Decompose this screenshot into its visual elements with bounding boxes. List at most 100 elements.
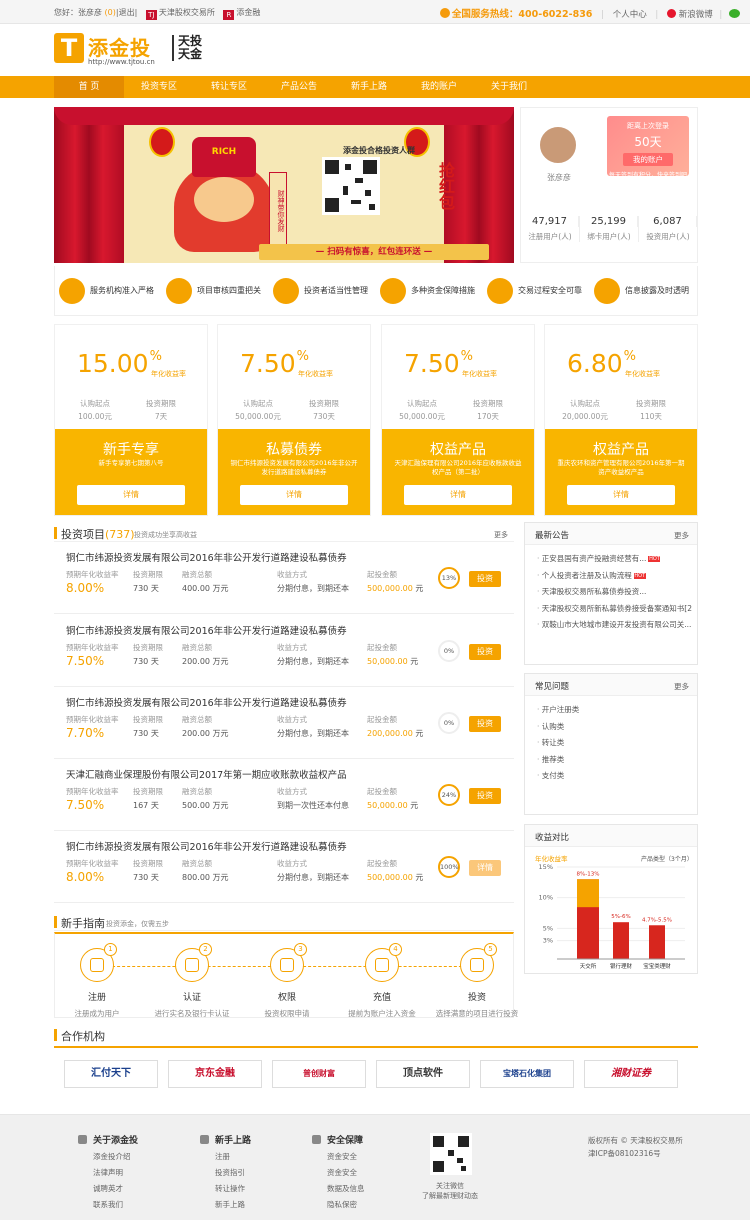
footer-link[interactable]: 添金投介绍 (78, 1151, 138, 1162)
top-right: 全国服务热线：400-6022-836 | 个人中心 | 新浪微博 | (439, 6, 740, 20)
notice-item[interactable]: 正安县国有资产投融资经营有...HOT (537, 551, 692, 568)
nav-invest[interactable]: 投资专区 (124, 76, 194, 98)
exchange-link[interactable]: 天津股权交易所 (159, 8, 215, 17)
step-deposit[interactable]: 4 充值 提前为账户注入资金 (332, 943, 432, 1019)
weibo-link[interactable]: 新浪微博 (679, 10, 713, 20)
notice-item[interactable]: 天津股权交易所新私募债券接受备案通知书[2... (537, 601, 692, 618)
product-card[interactable]: 15.00% 年化收益率 认购起点 投资期限 100.00元 7天 新手专享 新手… (54, 324, 208, 516)
logout-link[interactable]: |退出| (116, 8, 137, 17)
curtain-left (54, 107, 124, 263)
footer-link[interactable]: 投资指引 (200, 1167, 251, 1178)
notice-item[interactable]: 个人投资者注册及认购流程HOT (537, 568, 692, 585)
partner-link[interactable]: 添金融 (236, 8, 260, 17)
message-count[interactable]: (0) (105, 8, 116, 17)
term-value: 730天 (313, 412, 335, 421)
partner-logo[interactable]: 普创财富 (272, 1060, 366, 1088)
detail-button[interactable]: 详情 (240, 485, 348, 505)
guide-subtitle: 投资添金，仅需五步 (106, 920, 169, 928)
curtain-valance (54, 107, 514, 125)
footer-link[interactable]: 诚聘英才 (78, 1183, 138, 1194)
detail-button[interactable]: 详情 (77, 485, 185, 505)
partner-logo[interactable]: 京东金融 (168, 1060, 262, 1088)
y-axis-label: 年化收益率 (535, 854, 568, 863)
faq-item[interactable]: 转让类 (537, 735, 692, 752)
project-term: 730 天 (133, 584, 159, 593)
project-rate: 8.00% (66, 870, 105, 884)
project-name[interactable]: 铜仁市纬源投资发展有限公司2016年非公开发行道路建设私募债券 (66, 839, 347, 853)
invest-button[interactable]: 详情 (469, 860, 501, 876)
partner-logo[interactable]: 顶点软件 (376, 1060, 470, 1088)
invest-row: 铜仁市纬源投资发展有限公司2016年非公开发行道路建设私募债券 预期年化收益率 投资… (54, 544, 514, 614)
feature-item: 信息披露及时透明 (590, 277, 697, 304)
partner-logos: 汇付天下 京东金融 普创财富 顶点软件 宝塔石化集团 湘财证券 (54, 1046, 698, 1094)
footer-col-about: 关于添金投 添金投介绍 法律声明 诚聘英才 联系我们 (78, 1133, 138, 1210)
footer-link[interactable]: 新手上路 (200, 1199, 251, 1210)
invest-button[interactable]: 投资 (469, 788, 501, 804)
red-packet-text: 抢红包 (436, 162, 455, 210)
more-link[interactable]: 更多 (494, 530, 508, 540)
footer-link[interactable]: 注册 (200, 1151, 251, 1162)
faq-item[interactable]: 认购类 (537, 719, 692, 736)
avatar[interactable] (537, 124, 579, 166)
detail-button[interactable]: 详情 (567, 485, 675, 505)
more-link[interactable]: 更多 (674, 681, 689, 692)
my-account-button[interactable]: 我的账户 (623, 153, 673, 166)
partner-logo[interactable]: 湘财证券 (584, 1060, 678, 1088)
faq-item[interactable]: 开户注册类 (537, 702, 692, 719)
invest-button[interactable]: 投资 (469, 571, 501, 587)
wechat-icon[interactable] (729, 9, 740, 18)
product-card[interactable]: 7.50% 年化收益率 认购起点 投资期限 50,000.00元 730天 私募… (217, 324, 371, 516)
step-register[interactable]: 1 注册 注册成为用户 (47, 943, 147, 1019)
nav-beginner[interactable]: 新手上路 (334, 76, 404, 98)
guide-header: 新手指南 投资添金，仅需五步 (54, 913, 514, 931)
rate-label: 年化收益率 (625, 370, 660, 378)
rate-label: 预期年化收益率 (66, 643, 119, 652)
product-card[interactable]: 7.50% 年化收益率 认购起点 投资期限 50,000.00元 170天 权益… (381, 324, 535, 516)
footer-link[interactable]: 隐私保密 (312, 1199, 365, 1210)
footer-link[interactable]: 数据及信息 (312, 1183, 365, 1194)
min-label: 起投金额 (367, 787, 397, 796)
scroll: 财神带你发财 (269, 172, 287, 250)
nav-home[interactable]: 首 页 (54, 76, 124, 98)
partner-logo[interactable]: 汇付天下 (64, 1060, 158, 1088)
invest-button[interactable]: 投资 (469, 644, 501, 660)
footer-link[interactable]: 联系我们 (78, 1199, 138, 1210)
partner-logo[interactable]: 宝塔石化集团 (480, 1060, 574, 1088)
term-label: 投资期限 (133, 859, 163, 868)
site-logo[interactable]: T 添金投 http://www.tjtou.cn 天投天金 (54, 33, 224, 71)
notice-item[interactable]: 天津股权交易所私募债券投资... (537, 584, 692, 601)
more-link[interactable]: 更多 (674, 530, 689, 541)
personal-center-link[interactable]: 个人中心 (613, 10, 647, 20)
project-name[interactable]: 铜仁市纬源投资发展有限公司2016年非公开发行道路建设私募债券 (66, 695, 347, 709)
min-label: 认购起点 (243, 399, 273, 408)
step-verify[interactable]: 2 认证 进行实名及银行卡认证 (142, 943, 242, 1019)
footer-link[interactable]: 法律声明 (78, 1167, 138, 1178)
user-name: 张彦彦 (547, 173, 571, 182)
project-amount: 500.00 万元 (182, 801, 229, 810)
fortune-god-hat: RICH (192, 137, 256, 177)
faq-item[interactable]: 推荐类 (537, 752, 692, 769)
footer-link[interactable]: 资金安全 (312, 1167, 365, 1178)
nav-announcement[interactable]: 产品公告 (264, 76, 334, 98)
promo-banner[interactable]: RICH 财神带你发财 添金投合格投资人群 抢红包 — 扫码有惊喜，红包连环送 … (54, 107, 514, 263)
project-name[interactable]: 铜仁市纬源投资发展有限公司2016年非公开发行道路建设私募债券 (66, 623, 347, 637)
product-card[interactable]: 6.80% 年化收益率 认购起点 投资期限 20,000.00元 110天 权益… (544, 324, 698, 516)
detail-button[interactable]: 详情 (404, 485, 512, 505)
guide-title: 新手指南 (61, 917, 105, 930)
footer-link[interactable]: 转让操作 (200, 1183, 251, 1194)
project-name[interactable]: 铜仁市纬源投资发展有限公司2016年非公开发行道路建设私募债券 (66, 550, 347, 564)
faq-item[interactable]: 支付类 (537, 768, 692, 785)
step-invest[interactable]: 5 投资 选择满意的项目进行投资 (427, 943, 527, 1019)
step-permission[interactable]: 3 权限 投资权限申请 (237, 943, 337, 1019)
notice-item[interactable]: 双鞍山市大地城市建设开发投资有限公司关... (537, 617, 692, 634)
project-name[interactable]: 天津汇融商业保理股份有限公司2017年第一期应收账款收益权产品 (66, 767, 347, 781)
nav-transfer[interactable]: 转让专区 (194, 76, 264, 98)
nav-account[interactable]: 我的账户 (404, 76, 474, 98)
nav-about[interactable]: 关于我们 (474, 76, 544, 98)
invest-button[interactable]: 投资 (469, 716, 501, 732)
partners-title: 合作机构 (61, 1030, 105, 1043)
method-label: 收益方式 (277, 570, 307, 579)
project-term: 167 天 (133, 801, 159, 810)
product-name: 权益产品 (593, 442, 649, 458)
footer-link[interactable]: 资金安全 (312, 1151, 365, 1162)
